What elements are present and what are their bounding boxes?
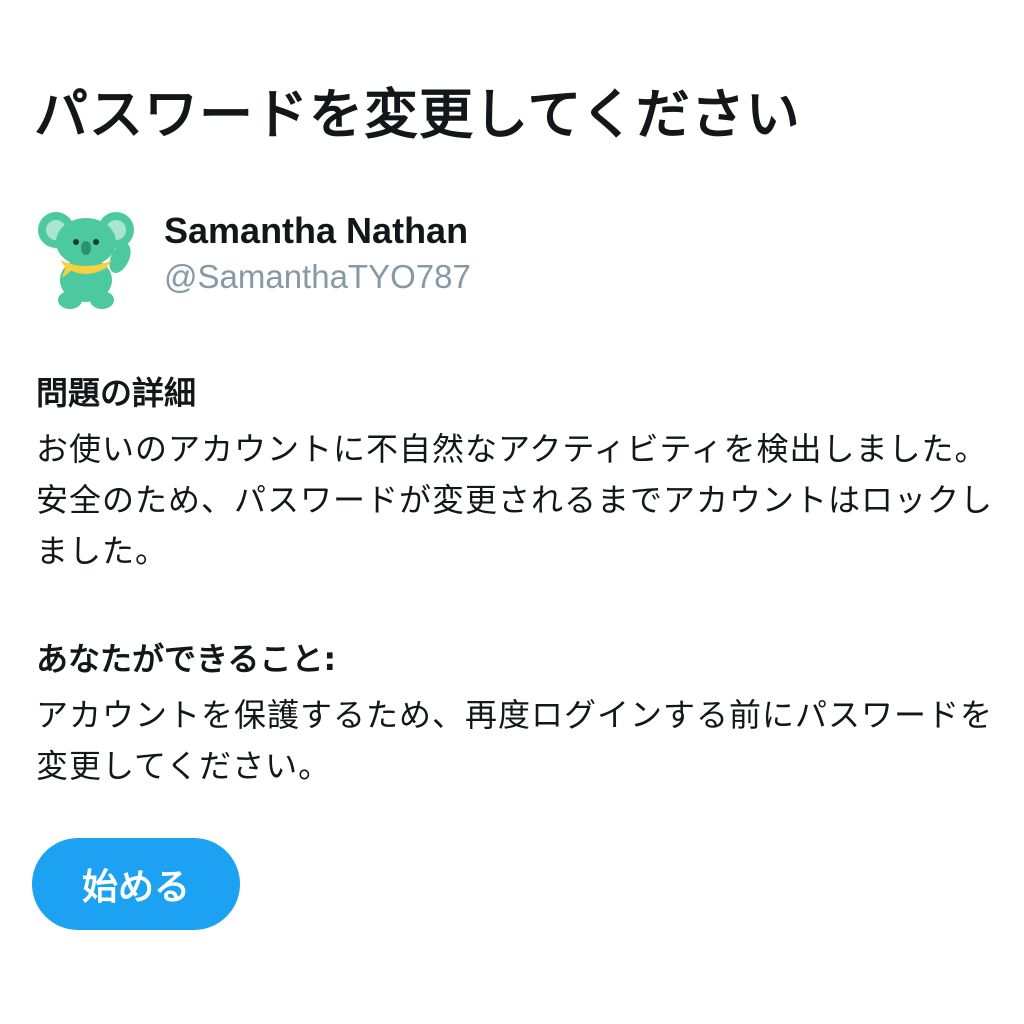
start-button[interactable]: 始める [32, 838, 240, 930]
password-change-page: パスワードを変更してください Samantha Nathan @Samantha… [0, 0, 1024, 1024]
issue-details-heading: 問題の詳細 [36, 374, 197, 412]
what-you-can-do-heading: あなたができること: [36, 640, 337, 678]
user-info: Samantha Nathan @SamanthaTYO787 [36, 200, 986, 310]
user-display-name: Samantha Nathan [164, 210, 469, 251]
what-you-can-do-text: アカウントを保護するため、再度ログインする前にパスワードを変更してください。 [36, 696, 994, 785]
issue-details-text: お使いのアカウントに不自然なアクティビティを検出しました。安全のため、パスワード… [36, 430, 994, 570]
page-title: パスワードを変更してください [34, 83, 801, 146]
koala-avatar-icon [36, 200, 136, 310]
user-handle: @SamanthaTYO787 [164, 258, 471, 295]
